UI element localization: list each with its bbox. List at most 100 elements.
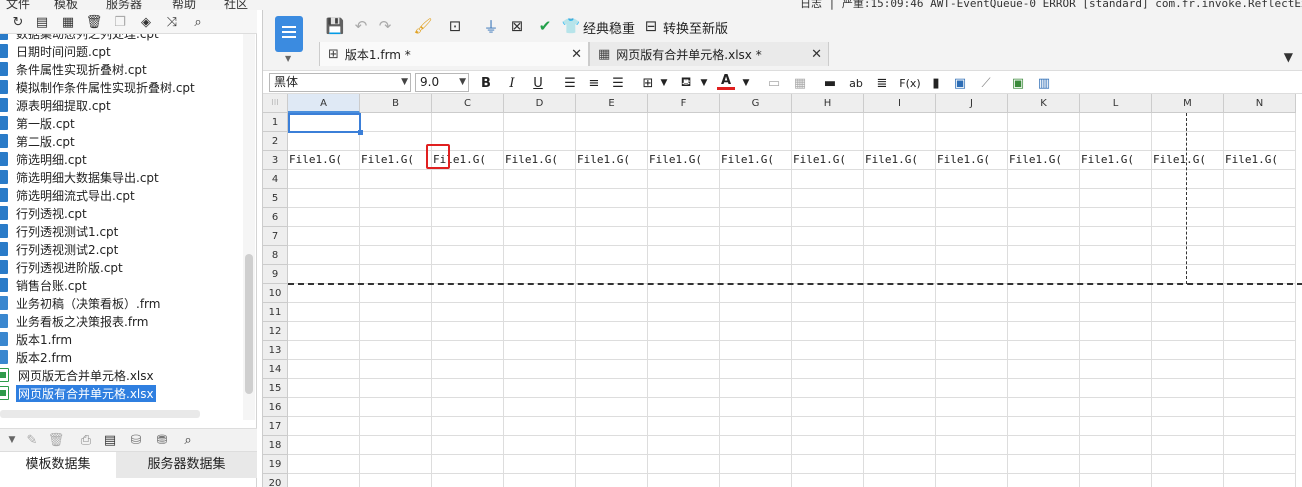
column-header[interactable]: D — [504, 94, 576, 113]
cell[interactable] — [1008, 303, 1080, 322]
cell[interactable] — [1224, 322, 1296, 341]
cell[interactable]: File1.G( — [648, 151, 720, 170]
cell[interactable] — [1224, 379, 1296, 398]
cell[interactable] — [1224, 436, 1296, 455]
file-item[interactable]: 筛选明细.cpt — [0, 150, 87, 168]
fill-handle[interactable] — [358, 130, 363, 135]
cell[interactable] — [720, 436, 792, 455]
cell[interactable] — [576, 227, 648, 246]
row-header[interactable]: 2 — [263, 132, 288, 151]
cell[interactable] — [1224, 132, 1296, 151]
cell[interactable] — [432, 189, 504, 208]
file-item[interactable]: 第一版.cpt — [0, 114, 75, 132]
cell[interactable] — [936, 341, 1008, 360]
cell[interactable] — [720, 474, 792, 487]
cell[interactable] — [864, 208, 936, 227]
cell[interactable] — [576, 436, 648, 455]
cell[interactable] — [576, 284, 648, 303]
cell[interactable] — [1152, 227, 1224, 246]
cell[interactable] — [792, 208, 864, 227]
cell[interactable]: File1.G( — [504, 151, 576, 170]
cell[interactable] — [1080, 417, 1152, 436]
cell[interactable] — [432, 170, 504, 189]
cell[interactable] — [288, 360, 360, 379]
cell[interactable] — [1224, 189, 1296, 208]
row-header[interactable]: 20 — [263, 474, 288, 487]
file-item[interactable]: 行列透视测试2.cpt — [0, 240, 118, 258]
cell[interactable] — [864, 360, 936, 379]
row-header[interactable]: 10 — [263, 284, 288, 303]
cell[interactable] — [1080, 246, 1152, 265]
cell[interactable]: File1.G( — [360, 151, 432, 170]
font-size-select[interactable]: 9.0 ▼ — [415, 73, 469, 92]
cell[interactable] — [432, 474, 504, 487]
cell[interactable] — [648, 113, 720, 132]
cell[interactable] — [288, 170, 360, 189]
cell[interactable] — [432, 417, 504, 436]
cell[interactable] — [936, 436, 1008, 455]
column-header[interactable]: J — [936, 94, 1008, 113]
cell[interactable] — [288, 132, 360, 151]
cell[interactable] — [360, 436, 432, 455]
cell[interactable] — [432, 322, 504, 341]
cell[interactable] — [648, 322, 720, 341]
cell[interactable] — [288, 436, 360, 455]
cell[interactable] — [1224, 246, 1296, 265]
cell[interactable] — [576, 265, 648, 284]
cell[interactable] — [864, 227, 936, 246]
cell[interactable] — [432, 455, 504, 474]
cell[interactable] — [1080, 436, 1152, 455]
cell[interactable] — [504, 436, 576, 455]
cell[interactable] — [864, 284, 936, 303]
copy-icon[interactable]: ❐ — [112, 14, 128, 30]
tab-xlsx[interactable]: ▦ 网页版有合并单元格.xlsx * ✕ — [589, 42, 829, 66]
cell[interactable] — [432, 398, 504, 417]
cell[interactable] — [360, 170, 432, 189]
cell[interactable]: File1.G( — [1008, 151, 1080, 170]
cell[interactable]: File1.G( — [792, 151, 864, 170]
column-header[interactable]: H — [792, 94, 864, 113]
cell[interactable] — [936, 379, 1008, 398]
cell[interactable] — [1152, 113, 1224, 132]
cell[interactable] — [720, 132, 792, 151]
edit-icon[interactable]: ✎ — [24, 432, 40, 448]
cell[interactable] — [288, 227, 360, 246]
cell[interactable] — [792, 398, 864, 417]
cell[interactable] — [288, 322, 360, 341]
cell[interactable] — [1224, 113, 1296, 132]
cell[interactable] — [936, 455, 1008, 474]
cell[interactable] — [648, 360, 720, 379]
cell[interactable] — [936, 227, 1008, 246]
cell[interactable] — [432, 303, 504, 322]
cell[interactable] — [792, 113, 864, 132]
tab-server-dataset[interactable]: 服务器数据集 — [116, 452, 257, 478]
cell[interactable] — [864, 322, 936, 341]
cell[interactable] — [576, 398, 648, 417]
cell[interactable] — [576, 379, 648, 398]
cell[interactable] — [720, 227, 792, 246]
cell[interactable] — [1224, 265, 1296, 284]
row-header[interactable]: 14 — [263, 360, 288, 379]
cell[interactable] — [1080, 398, 1152, 417]
cell[interactable] — [432, 436, 504, 455]
cell[interactable] — [288, 398, 360, 417]
cell[interactable] — [576, 474, 648, 487]
cell[interactable] — [648, 398, 720, 417]
column-header[interactable]: E — [576, 94, 648, 113]
cell[interactable] — [1008, 360, 1080, 379]
column-header[interactable]: N — [1224, 94, 1296, 113]
cell[interactable] — [432, 246, 504, 265]
cell[interactable] — [864, 189, 936, 208]
row-header[interactable]: 8 — [263, 246, 288, 265]
cell[interactable] — [432, 265, 504, 284]
cell[interactable] — [1008, 113, 1080, 132]
cell[interactable] — [1152, 265, 1224, 284]
cell[interactable] — [1152, 170, 1224, 189]
cell[interactable] — [1224, 417, 1296, 436]
cell[interactable] — [432, 113, 504, 132]
cell[interactable] — [936, 246, 1008, 265]
cell[interactable] — [936, 322, 1008, 341]
row-header[interactable]: 13 — [263, 341, 288, 360]
file-item[interactable]: 数据集动态列之列处理.cpt — [0, 34, 159, 42]
cell[interactable] — [792, 132, 864, 151]
